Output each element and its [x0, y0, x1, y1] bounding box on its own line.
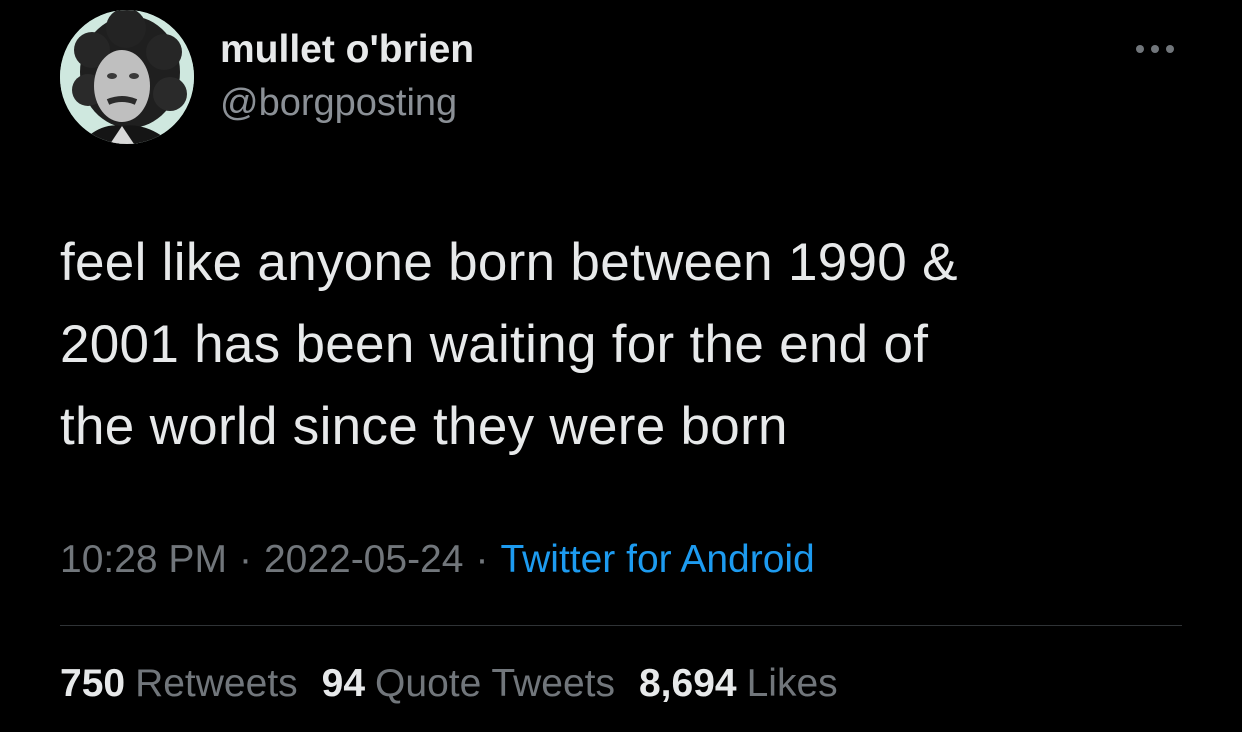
tweet-source-link[interactable]: Twitter for Android: [500, 538, 814, 581]
likes-count: 8,694: [638, 662, 737, 705]
more-options-button[interactable]: [1128, 34, 1182, 64]
tweet-text: feel like anyone born between 1990 & 200…: [60, 222, 1190, 468]
meta-separator: ·: [238, 538, 252, 581]
tweet-text-line: feel like anyone born between 1990 &: [60, 233, 958, 292]
quote-tweets-label: Quote Tweets: [375, 662, 615, 705]
display-name[interactable]: mullet o'brien: [220, 28, 474, 72]
tweet-time[interactable]: 10:28 PM: [60, 538, 227, 581]
tweet: mullet o'brien @borgposting feel like an…: [0, 0, 1242, 732]
tweet-stats: 750 Retweets 94 Quote Tweets 8,694 Likes: [60, 662, 862, 706]
retweets-count: 750: [60, 662, 126, 705]
quote-tweets-count: 94: [321, 662, 366, 705]
tweet-text-line: 2001 has been waiting for the end of: [60, 315, 929, 374]
tweet-date[interactable]: 2022-05-24: [264, 538, 464, 581]
profile-photo-icon: [60, 10, 194, 144]
likes-stat[interactable]: 8,694 Likes: [639, 662, 838, 706]
tweet-meta: 10:28 PM · 2022-05-24 · Twitter for Android: [60, 538, 815, 582]
quote-tweets-stat[interactable]: 94 Quote Tweets: [322, 662, 615, 706]
divider: [60, 625, 1182, 626]
retweets-label: Retweets: [135, 662, 298, 705]
avatar[interactable]: [60, 10, 194, 144]
user-handle[interactable]: @borgposting: [220, 82, 457, 125]
more-horizontal-icon: [1136, 45, 1174, 53]
tweet-text-line: the world since they were born: [60, 397, 788, 456]
likes-label: Likes: [746, 662, 838, 705]
retweets-stat[interactable]: 750 Retweets: [60, 662, 298, 706]
meta-separator: ·: [475, 538, 489, 581]
